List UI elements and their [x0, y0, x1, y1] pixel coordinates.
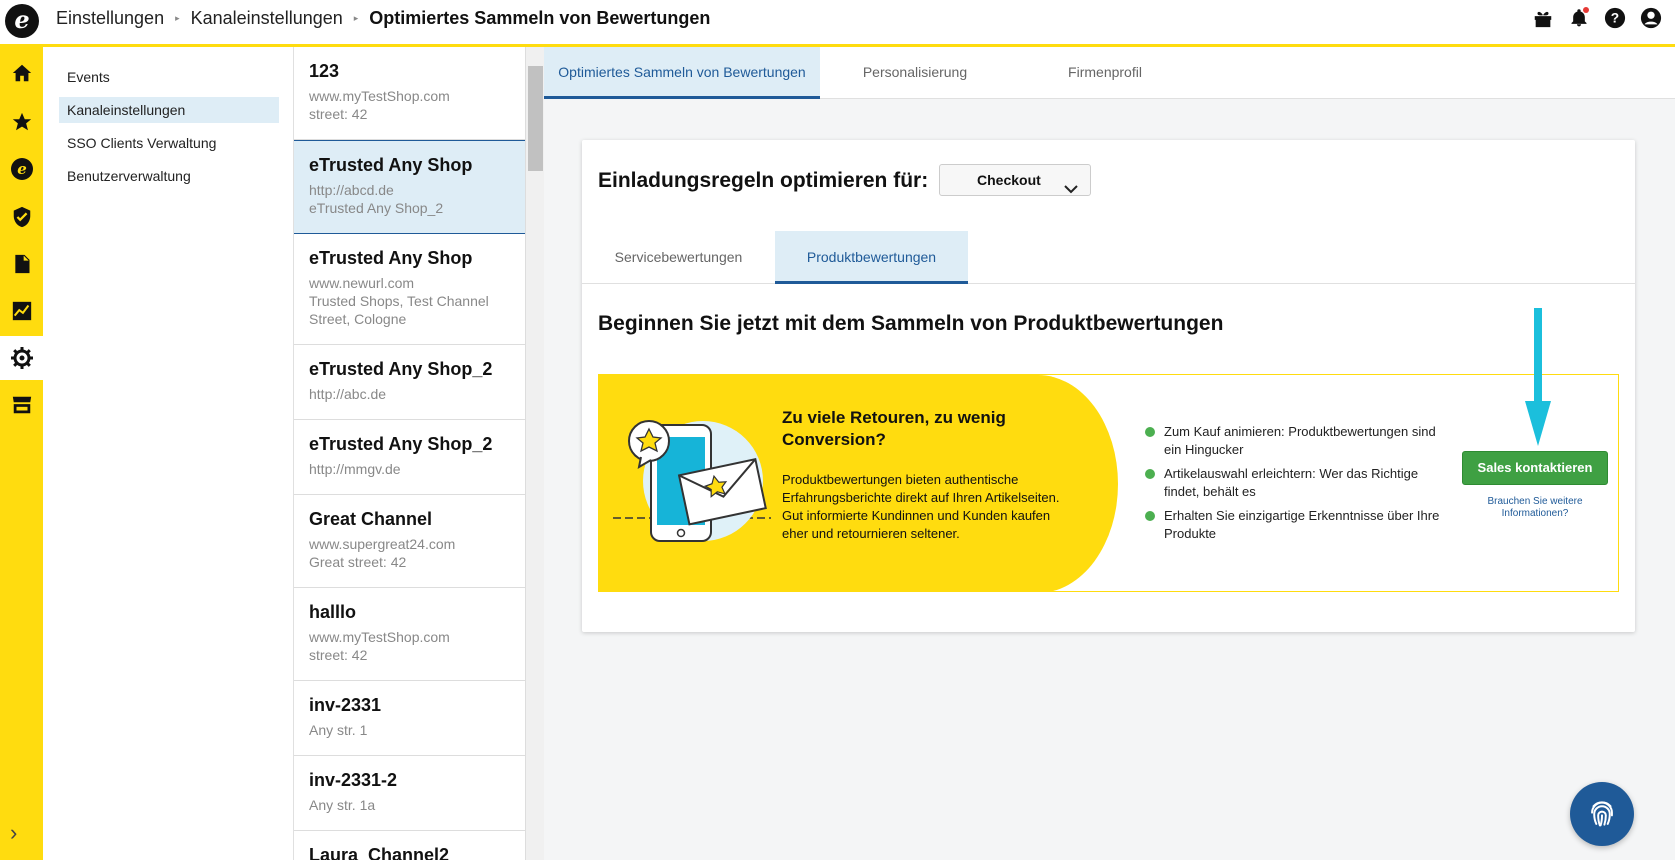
- channel-item[interactable]: eTrusted Any Shop www.newurl.com Trusted…: [294, 234, 525, 345]
- analytics-icon[interactable]: [6, 295, 37, 326]
- breadcrumb-separator-icon: ▸: [353, 13, 359, 23]
- channel-item[interactable]: inv-2331 Any str. 1: [294, 681, 525, 756]
- top-bar: e Einstellungen ▸ Kanaleinstellungen ▸ O…: [0, 0, 1675, 47]
- tab-optimized-collection[interactable]: Optimiertes Sammeln von Bewertungen: [544, 47, 820, 99]
- shop-icon[interactable]: [6, 389, 37, 420]
- more-info-link[interactable]: Brauchen Sie weitere Informationen?: [1462, 496, 1608, 520]
- gift-icon[interactable]: [1531, 6, 1555, 30]
- channel-list-scroll-thumb[interactable]: [528, 66, 543, 171]
- channel-item[interactable]: Great Channel www.supergreat24.com Great…: [294, 495, 525, 588]
- breadcrumb: Einstellungen ▸ Kanaleinstellungen ▸ Opt…: [56, 8, 710, 29]
- nav-item-sso-clients[interactable]: SSO Clients Verwaltung: [59, 130, 279, 156]
- channel-detail: www.newurl.com: [309, 275, 415, 291]
- channel-item[interactable]: inv-2331-2 Any str. 1a: [294, 756, 525, 831]
- channel-name: Great Channel: [309, 509, 433, 529]
- promo-heading: Beginnen Sie jetzt mit dem Sammeln von P…: [598, 312, 1224, 335]
- channel-item[interactable]: halllo www.myTestShop.com street: 42: [294, 588, 525, 681]
- settings-icon[interactable]: [0, 336, 43, 380]
- star-icon[interactable]: [6, 106, 37, 137]
- channel-detail: http://mmgv.de: [309, 461, 401, 477]
- svg-text:?: ?: [1611, 11, 1619, 26]
- help-icon[interactable]: ?: [1603, 6, 1627, 30]
- channel-detail: www.supergreat24.com: [309, 536, 456, 552]
- nav-item-channel-settings[interactable]: Kanaleinstellungen: [59, 97, 279, 123]
- expand-rail-chevron-icon[interactable]: ›: [10, 820, 17, 846]
- tab-company-profile[interactable]: Firmenprofil: [1010, 47, 1200, 99]
- channel-name: eTrusted Any Shop_2: [309, 434, 493, 454]
- channel-item[interactable]: eTrusted Any Shop_2 http://mmgv.de: [294, 420, 525, 495]
- channel-detail: www.myTestShop.com: [309, 88, 450, 104]
- etrusted-logo[interactable]: e: [5, 4, 39, 38]
- invitation-rules-card: Einladungsregeln optimieren für: Checkou…: [582, 140, 1635, 632]
- card-title: Einladungsregeln optimieren für:: [598, 169, 929, 192]
- channel-list: 123 www.myTestShop.com street: 42 eTrust…: [294, 47, 526, 860]
- channel-detail: Great street: 42: [309, 554, 407, 570]
- channel-item-selected[interactable]: eTrusted Any Shop http://abcd.de eTruste…: [294, 140, 525, 234]
- breadcrumb-channel-settings[interactable]: Kanaleinstellungen: [191, 8, 343, 29]
- channel-detail: www.myTestShop.com: [309, 629, 450, 645]
- channel-detail: Street, Cologne: [309, 311, 407, 327]
- chevron-down-icon: [1064, 174, 1078, 204]
- fingerprint-icon: [1591, 801, 1613, 827]
- review-type-tabs: Servicebewertungen Produktbewertungen: [582, 231, 1635, 284]
- channel-item[interactable]: eTrusted Any Shop_2 http://abc.de: [294, 345, 525, 420]
- channel-item[interactable]: Laura_Channel2: [294, 831, 525, 860]
- channel-detail: http://abc.de: [309, 386, 387, 402]
- channel-name: halllo: [309, 602, 357, 622]
- product-reviews-banner: Zu viele Retouren, zu wenig Conversion? …: [598, 374, 1619, 592]
- settings-navigation: Events Kanaleinstellungen SSO Clients Ve…: [43, 47, 294, 860]
- breadcrumb-settings[interactable]: Einstellungen: [56, 8, 164, 29]
- bell-icon[interactable]: [1567, 6, 1591, 30]
- notification-badge: [1583, 7, 1589, 13]
- channel-detail: http://abcd.de: [309, 182, 394, 198]
- channel-name: eTrusted Any Shop: [309, 155, 473, 175]
- channel-name: Laura_Channel2: [309, 845, 450, 860]
- home-icon[interactable]: [6, 57, 37, 88]
- benefit-list: Zum Kauf animieren: Produktbewertungen s…: [1145, 423, 1445, 549]
- document-icon[interactable]: [6, 248, 37, 279]
- benefit-item: Erhalten Sie einzigartige Erkenntnisse ü…: [1145, 507, 1445, 543]
- channel-detail: eTrusted Any Shop_2: [309, 200, 444, 216]
- etrusted-icon[interactable]: e: [6, 153, 37, 184]
- channel-detail: Trusted Shops, Test Channel: [309, 293, 489, 309]
- channel-name: inv-2331: [309, 695, 382, 715]
- banner-headline: Zu viele Retouren, zu wenig Conversion?: [782, 408, 1006, 449]
- nav-item-events[interactable]: Events: [59, 64, 279, 90]
- main-navigation-rail: e ›: [0, 47, 43, 860]
- channel-name: eTrusted Any Shop_2: [309, 359, 493, 379]
- fingerprint-help-button[interactable]: [1570, 782, 1634, 846]
- tab-service-reviews[interactable]: Servicebewertungen: [582, 231, 775, 284]
- channel-detail: Any str. 1: [309, 722, 368, 738]
- nav-item-user-management[interactable]: Benutzerverwaltung: [59, 163, 279, 189]
- account-icon[interactable]: [1639, 6, 1663, 30]
- channel-name: eTrusted Any Shop: [309, 248, 473, 268]
- contact-sales-button[interactable]: Sales kontaktieren: [1462, 451, 1608, 485]
- channel-detail: Any str. 1a: [309, 797, 376, 813]
- channel-name: 123: [309, 61, 340, 81]
- breadcrumb-separator-icon: ▸: [175, 13, 180, 23]
- tab-product-reviews[interactable]: Produktbewertungen: [775, 231, 968, 284]
- channel-detail: street: 42: [309, 106, 368, 122]
- benefit-item: Zum Kauf animieren: Produktbewertungen s…: [1145, 423, 1445, 459]
- optimize-for-dropdown[interactable]: Checkout: [939, 164, 1091, 196]
- benefit-item: Artikelauswahl erleichtern: Wer das Rich…: [1145, 465, 1445, 501]
- shield-icon[interactable]: [6, 201, 37, 232]
- main-tab-bar: Optimiertes Sammeln von Bewertungen Pers…: [544, 47, 1675, 99]
- page-title: Optimiertes Sammeln von Bewertungen: [369, 8, 711, 28]
- channel-name: inv-2331-2: [309, 770, 398, 790]
- annotation-arrow-icon: [1525, 308, 1551, 446]
- tab-personalization[interactable]: Personalisierung: [820, 47, 1010, 99]
- channel-item[interactable]: 123 www.myTestShop.com street: 42: [294, 47, 525, 140]
- channel-detail: street: 42: [309, 647, 368, 663]
- dropdown-value: Checkout: [977, 172, 1041, 188]
- phone-envelope-illustration: [613, 420, 771, 542]
- svg-text:e: e: [17, 160, 27, 178]
- banner-text: Produktbewertungen bieten authentische E…: [782, 472, 1060, 541]
